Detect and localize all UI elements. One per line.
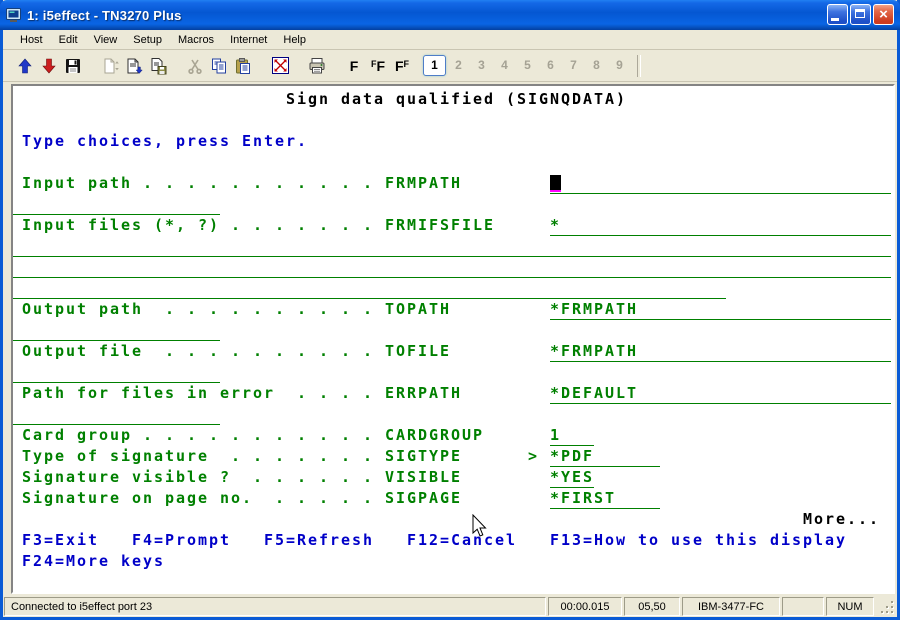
- maximize-button[interactable]: [850, 4, 871, 25]
- keyword-sigpage: SIGPAGE: [385, 488, 462, 509]
- menu-view[interactable]: View: [86, 32, 126, 48]
- session-button-2[interactable]: 2: [448, 56, 469, 75]
- minimize-icon: [831, 18, 839, 21]
- field-tofile-continuation[interactable]: [13, 362, 220, 383]
- menu-edit[interactable]: Edit: [51, 32, 86, 48]
- field-frmifsfile[interactable]: [550, 215, 891, 236]
- label-error-path: Path for files in error . . . .: [22, 383, 374, 404]
- more-indicator: More...: [803, 509, 880, 530]
- label-signature-page: Signature on page no. . . . . .: [22, 488, 374, 509]
- font-select-button[interactable]: F: [342, 57, 366, 75]
- function-key-legend: F3=Exit F4=Prompt F5=Refresh F12=Cancel …: [22, 530, 847, 551]
- file-transfer-icon[interactable]: [98, 54, 122, 78]
- instruction-line: Type choices, press Enter.: [22, 131, 308, 152]
- paste-icon[interactable]: [231, 54, 255, 78]
- value-topath: *FRMPATH: [550, 299, 638, 320]
- session-button-6[interactable]: 6: [540, 56, 561, 75]
- keyword-tofile: TOFILE: [385, 341, 451, 362]
- menu-help[interactable]: Help: [275, 32, 314, 48]
- menu-setup[interactable]: Setup: [125, 32, 170, 48]
- keyword-topath: TOPATH: [385, 299, 451, 320]
- response-time: 00:00.015: [548, 597, 622, 616]
- num-lock-indicator: NUM: [826, 597, 874, 616]
- status-bar: Connected to i5effect port 23 00:00.015 …: [3, 596, 897, 617]
- minimize-button[interactable]: [827, 4, 848, 25]
- cut-icon[interactable]: [183, 54, 207, 78]
- terminal-cursor: [550, 175, 561, 190]
- keyword-visible: VISIBLE: [385, 467, 462, 488]
- application-icon: [6, 7, 22, 23]
- keyword-frmifsfile: FRMIFSFILE: [385, 215, 495, 236]
- center-screen-icon[interactable]: [268, 54, 292, 78]
- keyword-errpath: ERRPATH: [385, 383, 462, 404]
- resize-grip[interactable]: [876, 597, 896, 616]
- toolbar-separator: [637, 55, 641, 77]
- screen-title: Sign data qualified (SIGNQDATA): [286, 89, 627, 110]
- copy-icon[interactable]: [207, 54, 231, 78]
- session-button-1[interactable]: 1: [423, 55, 446, 76]
- application-window: 1: i5effect - TN3270 Plus × Host Edit Vi…: [0, 0, 900, 620]
- save-icon[interactable]: [61, 54, 85, 78]
- label-signature-type: Type of signature . . . . . . .: [22, 446, 374, 467]
- value-cardgroup: 1: [550, 425, 561, 446]
- maximize-icon: [855, 9, 865, 18]
- label-card-group: Card group . . . . . . . . . . .: [22, 425, 374, 446]
- up-arrow-icon[interactable]: [13, 54, 37, 78]
- value-sigtype: *PDF: [550, 446, 594, 467]
- save-screen-icon[interactable]: [146, 54, 170, 78]
- menu-bar: Host Edit View Setup Macros Internet Hel…: [3, 30, 897, 50]
- close-button[interactable]: ×: [873, 4, 894, 25]
- toolbar: F FF FF 1 2 3 4 5 6 7 8 9: [3, 50, 897, 82]
- field-frmpath[interactable]: [550, 173, 891, 194]
- field-errpath-continuation[interactable]: [13, 404, 220, 425]
- session-button-3[interactable]: 3: [471, 56, 492, 75]
- connection-status: Connected to i5effect port 23: [4, 597, 546, 616]
- font-larger-button[interactable]: FF: [366, 57, 390, 75]
- file-receive-icon[interactable]: [122, 54, 146, 78]
- value-visible: *YES: [550, 467, 594, 488]
- cursor-position: 05,50: [624, 597, 680, 616]
- label-input-files: Input files (*, ?) . . . . . . .: [22, 215, 374, 236]
- keyword-cardgroup: CARDGROUP: [385, 425, 484, 446]
- terminal-screen[interactable]: Sign data qualified (SIGNQDATA) Type choi…: [13, 86, 893, 592]
- label-output-file: Output file . . . . . . . . . .: [22, 341, 374, 362]
- label-output-path: Output path . . . . . . . . . .: [22, 299, 374, 320]
- close-icon: ×: [874, 5, 893, 24]
- menu-host[interactable]: Host: [12, 32, 51, 48]
- value-errpath: *DEFAULT: [550, 383, 638, 404]
- menu-internet[interactable]: Internet: [222, 32, 275, 48]
- session-button-4[interactable]: 4: [494, 56, 515, 75]
- session-button-7[interactable]: 7: [563, 56, 584, 75]
- function-key-legend-2: F24=More keys: [22, 551, 165, 572]
- field-frmpath-continuation[interactable]: [13, 194, 220, 215]
- status-spare-cell: [782, 597, 824, 616]
- down-arrow-icon[interactable]: [37, 54, 61, 78]
- label-input-path: Input path . . . . . . . . . . .: [22, 173, 374, 194]
- field-frmifsfile-continuation-2[interactable]: [13, 257, 891, 278]
- keyword-frmpath: FRMPATH: [385, 173, 462, 194]
- label-signature-visible: Signature visible ? . . . . . .: [22, 467, 374, 488]
- value-tofile: *FRMPATH: [550, 341, 638, 362]
- keyword-sigtype: SIGTYPE: [385, 446, 462, 467]
- field-topath-continuation[interactable]: [13, 320, 220, 341]
- menu-macros[interactable]: Macros: [170, 32, 222, 48]
- session-button-5[interactable]: 5: [517, 56, 538, 75]
- terminal-type: IBM-3477-FC: [682, 597, 780, 616]
- title-bar[interactable]: 1: i5effect - TN3270 Plus ×: [0, 0, 900, 30]
- field-frmifsfile-continuation-3[interactable]: [13, 278, 726, 299]
- value-sigpage: *FIRST: [550, 488, 616, 509]
- print-icon[interactable]: [305, 54, 329, 78]
- changed-value-indicator: >: [528, 446, 539, 467]
- terminal-frame: Sign data qualified (SIGNQDATA) Type choi…: [11, 84, 895, 594]
- session-button-9[interactable]: 9: [609, 56, 630, 75]
- font-smaller-button[interactable]: FF: [390, 57, 414, 75]
- session-button-8[interactable]: 8: [586, 56, 607, 75]
- value-frmifsfile: *: [550, 215, 561, 236]
- window-title: 1: i5effect - TN3270 Plus: [27, 8, 182, 23]
- field-frmifsfile-continuation-1[interactable]: [13, 236, 891, 257]
